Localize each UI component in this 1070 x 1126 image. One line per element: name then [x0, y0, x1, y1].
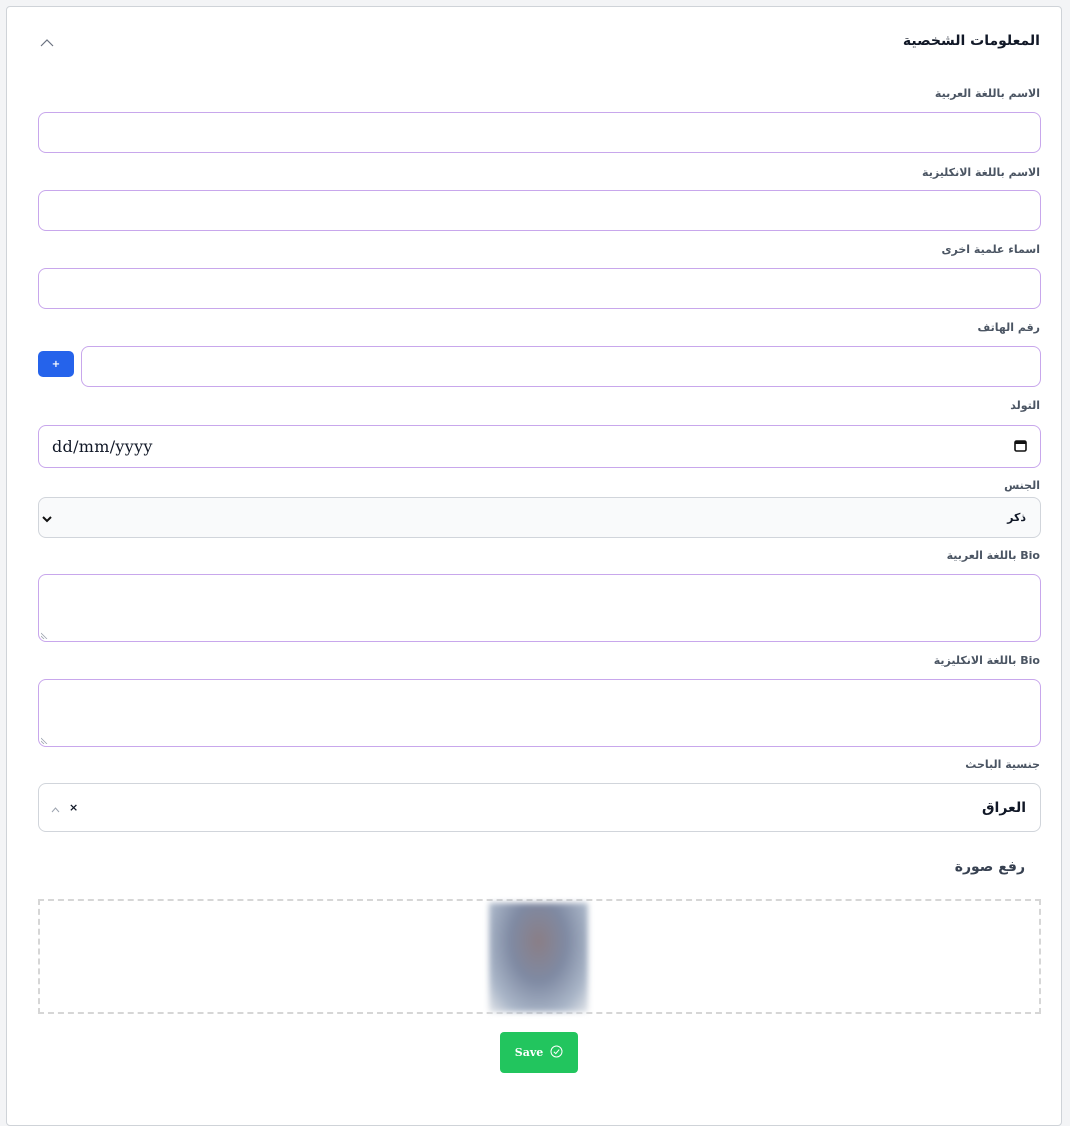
name-en-input[interactable] [39, 191, 1040, 230]
add-phone-button[interactable]: + [38, 351, 74, 377]
birth-date-input[interactable]: dd/mm/yyyy [38, 425, 1041, 468]
image-dropzone[interactable] [38, 899, 1041, 1014]
resize-grip-icon[interactable] [41, 631, 49, 639]
bio-en-textarea[interactable] [38, 679, 1041, 747]
save-label: Save [514, 1046, 544, 1059]
check-circle-icon [550, 1043, 563, 1062]
name-ar-label: الاسم باللغة العربية [934, 87, 1040, 100]
phone-label: رقم الهاتف [977, 321, 1040, 334]
chevron-up-icon[interactable] [37, 33, 57, 53]
birth-label: التولد [1010, 399, 1040, 412]
phone-input[interactable] [82, 347, 1040, 386]
bio-en-label: Bio باللغة الانكليزية [933, 654, 1040, 667]
other-names-field[interactable] [38, 268, 1041, 309]
nationality-label: جنسية الباحث [965, 758, 1040, 771]
other-names-input[interactable] [39, 269, 1040, 308]
name-ar-field[interactable] [38, 112, 1041, 153]
section-title: المعلومات الشخصية [902, 33, 1040, 49]
name-en-label: الاسم باللغة الانكليزية [922, 166, 1040, 179]
chevron-up-icon[interactable] [51, 798, 60, 817]
plus-icon: + [51, 358, 61, 370]
other-names-label: اسماء علمية اخرى [941, 243, 1040, 256]
chevron-down-icon [41, 508, 53, 527]
calendar-icon[interactable] [1014, 437, 1027, 456]
personal-info-card: المعلومات الشخصية الاسم باللغة العربية ا… [6, 6, 1062, 1126]
bio-ar-label: Bio باللغة العربية [946, 549, 1040, 562]
name-en-field[interactable] [38, 190, 1041, 231]
profile-photo [489, 903, 588, 1012]
phone-field[interactable] [81, 346, 1041, 387]
save-button[interactable]: Save [500, 1032, 578, 1073]
gender-selected: ذكر [1007, 511, 1026, 524]
clear-icon[interactable]: × [69, 801, 78, 814]
resize-grip-icon[interactable] [41, 736, 49, 744]
nationality-selected: العراق [982, 799, 1026, 816]
date-placeholder: dd/mm/yyyy [52, 437, 153, 456]
upload-title: رفع صورة [954, 859, 1025, 875]
gender-select[interactable]: ذكر [38, 497, 1041, 538]
nationality-select[interactable]: × العراق [38, 783, 1041, 832]
name-ar-input[interactable] [39, 113, 1040, 152]
bio-ar-textarea[interactable] [38, 574, 1041, 642]
gender-label: الجنس [1004, 479, 1040, 492]
